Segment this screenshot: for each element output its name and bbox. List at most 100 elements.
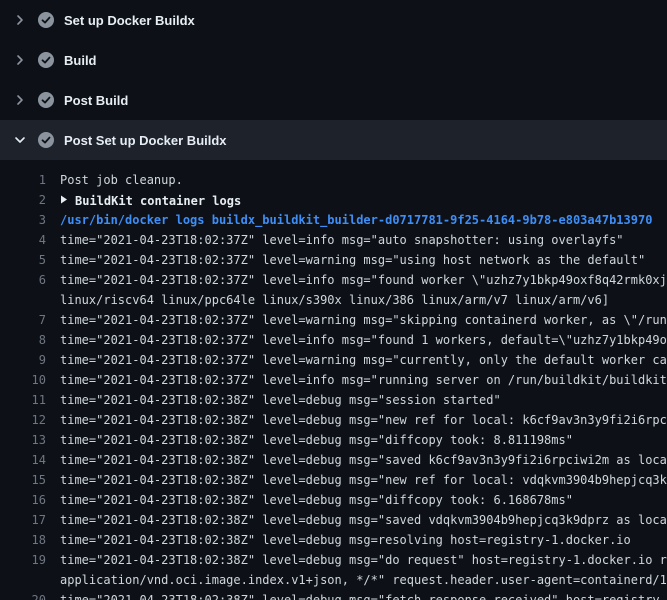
log-lines: 1 Post job cleanup. 2 BuildKit container… [0,160,667,600]
log-line-content: time="2021-04-23T18:02:38Z" level=debug … [46,550,667,570]
log-line: 18 time="2021-04-23T18:02:38Z" level=deb… [0,530,667,550]
log-text: time="2021-04-23T18:02:37Z" level=warnin… [60,353,667,367]
log-text: time="2021-04-23T18:02:38Z" level=debug … [60,533,631,547]
line-number[interactable]: 6 [0,270,46,290]
log-line: 14 time="2021-04-23T18:02:38Z" level=deb… [0,450,667,470]
line-number[interactable]: 8 [0,330,46,350]
log-line-content: time="2021-04-23T18:02:37Z" level=warnin… [46,350,667,370]
line-number[interactable]: 2 [0,190,46,210]
line-number[interactable]: 18 [0,530,46,550]
log-line-content: time="2021-04-23T18:02:38Z" level=debug … [46,410,667,430]
check-circle-icon [38,132,54,148]
log-line: 17 time="2021-04-23T18:02:38Z" level=deb… [0,510,667,530]
log-line: 7 time="2021-04-23T18:02:37Z" level=warn… [0,310,667,330]
line-number[interactable]: 17 [0,510,46,530]
line-number[interactable]: 14 [0,450,46,470]
chevron-right-icon [12,92,28,108]
step-section-header[interactable]: Build [0,40,667,80]
log-text: time="2021-04-23T18:02:38Z" level=debug … [60,493,573,507]
log-text: time="2021-04-23T18:02:38Z" level=debug … [60,473,667,487]
line-number[interactable]: 13 [0,430,46,450]
log-text: time="2021-04-23T18:02:38Z" level=debug … [60,433,573,447]
line-number[interactable]: 12 [0,410,46,430]
line-number[interactable]: 4 [0,230,46,250]
log-line-content: time="2021-04-23T18:02:38Z" level=debug … [46,510,667,530]
step-sections: Set up Docker Buildx Build Post Build [0,0,667,160]
line-number[interactable]: 15 [0,470,46,490]
log-line-content: time="2021-04-23T18:02:37Z" level=info m… [46,370,667,390]
chevron-right-icon [12,52,28,68]
step-section-header[interactable]: Post Set up Docker Buildx [0,120,667,160]
log-line-content: time="2021-04-23T18:02:38Z" level=debug … [46,590,667,600]
log-line: 10 time="2021-04-23T18:02:37Z" level=inf… [0,370,667,390]
check-circle-icon [38,92,54,108]
log-line-content: time="2021-04-23T18:02:38Z" level=debug … [46,430,573,450]
log-line[interactable]: 2 BuildKit container logs [0,190,667,210]
log-text: /usr/bin/docker logs buildx_buildkit_bui… [60,213,652,227]
log-line: 1 Post job cleanup. [0,170,667,190]
log-line: 12 time="2021-04-23T18:02:38Z" level=deb… [0,410,667,430]
log-line-content: /usr/bin/docker logs buildx_buildkit_bui… [46,210,652,230]
line-number[interactable]: 1 [0,170,46,190]
chevron-down-icon [12,132,28,148]
line-number[interactable] [0,570,46,590]
log-line: 16 time="2021-04-23T18:02:38Z" level=deb… [0,490,667,510]
log-line: 20 time="2021-04-23T18:02:38Z" level=deb… [0,590,667,600]
log-line-content: linux/riscv64 linux/ppc64le linux/s390x … [46,290,609,310]
log-line: 9 time="2021-04-23T18:02:37Z" level=warn… [0,350,667,370]
log-text: time="2021-04-23T18:02:38Z" level=debug … [60,553,667,567]
step-section-header[interactable]: Post Build [0,80,667,120]
line-number[interactable]: 5 [0,250,46,270]
step-section-label: Post Set up Docker Buildx [64,133,227,148]
check-circle-icon [38,52,54,68]
log-line-content: Post job cleanup. [46,170,183,190]
log-line-content: time="2021-04-23T18:02:38Z" level=debug … [46,490,573,510]
log-line-content: time="2021-04-23T18:02:37Z" level=info m… [46,230,624,250]
line-number[interactable]: 10 [0,370,46,390]
log-line: 19 time="2021-04-23T18:02:38Z" level=deb… [0,550,667,570]
log-text: time="2021-04-23T18:02:38Z" level=debug … [60,393,501,407]
log-text: time="2021-04-23T18:02:37Z" level=warnin… [60,253,645,267]
log-line: 3 /usr/bin/docker logs buildx_buildkit_b… [0,210,667,230]
step-section-header[interactable]: Set up Docker Buildx [0,0,667,40]
line-number[interactable]: 3 [0,210,46,230]
log-line-content: BuildKit container logs [46,190,241,210]
log-text: time="2021-04-23T18:02:37Z" level=info m… [60,233,624,247]
log-text: linux/riscv64 linux/ppc64le linux/s390x … [60,293,609,307]
log-text: time="2021-04-23T18:02:37Z" level=info m… [60,273,667,287]
log-line: application/vnd.oci.image.index.v1+json,… [0,570,667,590]
log-line-content: time="2021-04-23T18:02:37Z" level=warnin… [46,310,667,330]
log-line-content: time="2021-04-23T18:02:38Z" level=debug … [46,390,501,410]
log-text: Post job cleanup. [60,173,183,187]
log-line: linux/riscv64 linux/ppc64le linux/s390x … [0,290,667,310]
check-circle-icon [38,12,54,28]
log-text: BuildKit container logs [75,194,241,208]
log-line-content: time="2021-04-23T18:02:38Z" level=debug … [46,450,667,470]
log-text: time="2021-04-23T18:02:38Z" level=debug … [60,593,667,600]
log-line: 8 time="2021-04-23T18:02:37Z" level=info… [0,330,667,350]
log-line: 4 time="2021-04-23T18:02:37Z" level=info… [0,230,667,250]
expand-triangle-icon[interactable] [60,190,68,210]
log-line-content: time="2021-04-23T18:02:37Z" level=info m… [46,330,667,350]
log-line-content: time="2021-04-23T18:02:38Z" level=debug … [46,470,667,490]
line-number[interactable]: 11 [0,390,46,410]
log-line-content: time="2021-04-23T18:02:37Z" level=info m… [46,270,667,290]
chevron-right-icon [12,12,28,28]
log-line: 6 time="2021-04-23T18:02:37Z" level=info… [0,270,667,290]
log-text: time="2021-04-23T18:02:38Z" level=debug … [60,413,667,427]
line-number[interactable]: 20 [0,590,46,600]
log-line-content: time="2021-04-23T18:02:37Z" level=warnin… [46,250,645,270]
log-line: 15 time="2021-04-23T18:02:38Z" level=deb… [0,470,667,490]
log-line-content: time="2021-04-23T18:02:38Z" level=debug … [46,530,631,550]
log-line-content: application/vnd.oci.image.index.v1+json,… [46,570,667,590]
log-text: application/vnd.oci.image.index.v1+json,… [60,573,667,587]
step-section-label: Build [64,53,97,68]
log-text: time="2021-04-23T18:02:38Z" level=debug … [60,453,667,467]
log-text: time="2021-04-23T18:02:37Z" level=info m… [60,373,667,387]
log-line: 11 time="2021-04-23T18:02:38Z" level=deb… [0,390,667,410]
line-number[interactable]: 7 [0,310,46,330]
line-number[interactable]: 16 [0,490,46,510]
line-number[interactable] [0,290,46,310]
line-number[interactable]: 9 [0,350,46,370]
line-number[interactable]: 19 [0,550,46,570]
